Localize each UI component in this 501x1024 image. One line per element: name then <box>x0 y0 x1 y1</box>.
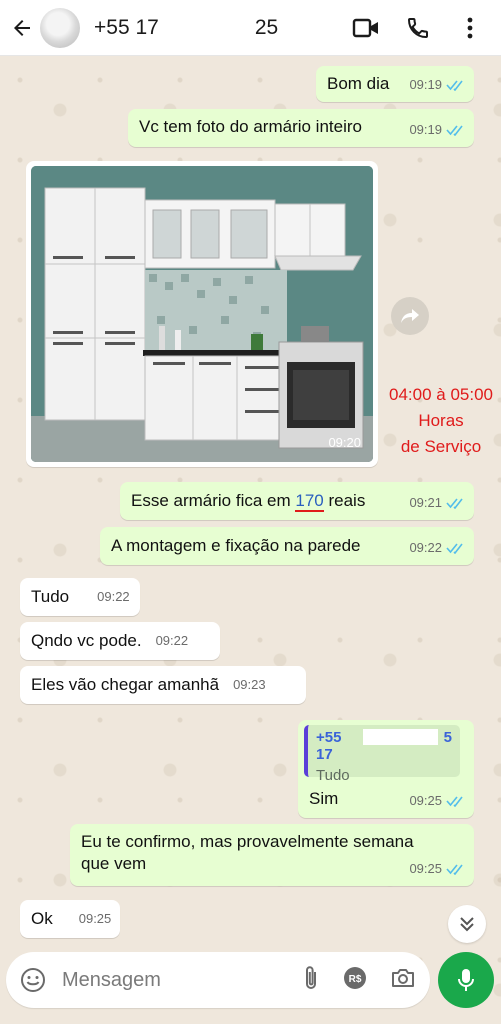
quoted-sender-prefix: +55 17 <box>316 729 342 763</box>
annotation-line-3: de Serviço <box>400 437 482 456</box>
kitchen-cabinet-photo[interactable]: 09:20 <box>31 166 373 462</box>
message-outgoing[interactable]: Esse armário fica em 170 reais 09:21 <box>120 482 474 520</box>
double-check-icon <box>446 80 463 91</box>
emoji-icon <box>21 968 45 992</box>
message-time: 09:25 <box>409 793 442 808</box>
message-text: A montagem e fixação na parede <box>111 536 361 555</box>
double-check-icon <box>446 125 463 136</box>
emoji-button[interactable] <box>18 965 48 995</box>
voice-call-button[interactable] <box>403 13 433 43</box>
message-body: Qndo vc pode. <box>31 631 142 650</box>
message-time: 09:25 <box>409 861 442 876</box>
message-input[interactable]: Mensagem <box>62 969 161 992</box>
message-time: 09:23 <box>233 677 266 692</box>
message-incoming[interactable]: Tudo 09:22 <box>20 578 140 616</box>
scroll-to-bottom-button[interactable] <box>448 905 486 943</box>
redacted-block <box>158 17 255 38</box>
more-vert-icon <box>467 17 473 38</box>
phone-icon <box>407 17 428 38</box>
payment-button[interactable]: R$ <box>342 965 368 996</box>
message-meta: 09:25 <box>409 790 466 812</box>
message-meta: 09:21 <box>409 492 466 514</box>
back-button[interactable] <box>2 0 42 56</box>
message-outgoing[interactable]: Eu te confirmo, mas provavelmente semana… <box>70 824 474 886</box>
annotation-line-2: Horas <box>418 411 464 430</box>
message-time: 09:25 <box>78 911 112 926</box>
message-outgoing[interactable]: A montagem e fixação na parede 09:22 <box>100 527 474 565</box>
double-check-icon <box>446 796 463 807</box>
message-time: 09:22 <box>155 633 189 648</box>
video-call-button[interactable] <box>351 13 381 43</box>
chat-header: +55 17 25 <box>0 0 501 56</box>
message-line-2: que vem <box>81 854 147 873</box>
video-call-icon <box>352 18 378 37</box>
message-outgoing[interactable]: Vc tem foto do armário inteiro 09:19 <box>128 109 474 147</box>
message-incoming[interactable]: Eles vão chegar amanhã 09:23 <box>20 666 306 704</box>
message-time: 09:22 <box>409 540 442 555</box>
double-check-icon <box>446 498 463 509</box>
forward-icon <box>401 309 419 323</box>
camera-button[interactable] <box>390 967 416 994</box>
message-text: Sim <box>309 789 339 808</box>
message-meta: 09:22 <box>409 537 466 559</box>
message-text: Tudo 09:22 <box>31 586 130 608</box>
image-message[interactable]: 09:20 <box>26 161 378 467</box>
message-text: Ok 09:25 <box>31 908 111 930</box>
contact-name-prefix: +55 17 <box>94 15 159 39</box>
message-text: Eu te confirmo, mas provavelmente semana… <box>81 831 414 875</box>
camera-icon <box>392 968 414 987</box>
quoted-message[interactable]: +55 17 5 Tudo <box>304 725 460 784</box>
message-text: Esse armário fica em 170 reais <box>131 490 365 512</box>
kitchen-illustration <box>31 166 373 462</box>
contact-name-suffix: 25 <box>254 15 279 39</box>
forward-button[interactable] <box>391 297 429 335</box>
double-check-icon <box>446 543 463 554</box>
attach-icon <box>306 965 316 989</box>
redacted-block <box>363 729 438 745</box>
message-line-1: Eu te confirmo, mas provavelmente semana <box>81 832 414 851</box>
contact-avatar[interactable] <box>40 7 80 48</box>
chevron-double-down-icon <box>460 917 474 932</box>
message-body: Ok <box>31 909 53 928</box>
contact-name[interactable]: +55 17 25 <box>94 16 278 40</box>
message-outgoing[interactable]: Bom dia 09:19 <box>316 66 474 102</box>
message-text: Qndo vc pode. 09:22 <box>31 630 188 652</box>
message-meta: 09:19 <box>409 74 466 96</box>
message-text: Vc tem foto do armário inteiro <box>139 117 362 136</box>
quoted-text: Tudo <box>316 767 350 784</box>
quoted-sender: +55 17 5 <box>316 729 452 763</box>
message-time: 09:21 <box>409 495 442 510</box>
more-options-button[interactable] <box>455 13 485 43</box>
message-meta: 09:19 <box>409 119 466 141</box>
message-composer: Mensagem R$ <box>6 952 430 1008</box>
svg-text:R$: R$ <box>349 974 362 985</box>
message-text: Bom dia <box>327 74 390 93</box>
message-incoming[interactable]: Ok 09:25 <box>20 900 120 938</box>
message-incoming[interactable]: Qndo vc pode. 09:22 <box>20 622 220 660</box>
price-text-before: Esse armário fica em <box>131 491 296 510</box>
back-arrow-icon <box>14 19 30 36</box>
message-time: 09:19 <box>409 122 442 137</box>
payment-icon: R$ <box>344 966 366 989</box>
voice-record-button[interactable] <box>438 952 494 1008</box>
message-body: Tudo <box>31 587 70 606</box>
quoted-sender-suffix: 5 <box>443 729 452 746</box>
message-meta: 09:25 <box>409 858 466 880</box>
message-time: 09:19 <box>409 77 442 92</box>
attach-button[interactable] <box>302 964 320 997</box>
double-check-icon <box>446 864 463 875</box>
price-text-after: reais <box>323 491 366 510</box>
message-body: Eles vão chegar amanhã <box>31 675 220 694</box>
image-time: 09:20 <box>328 435 361 450</box>
message-text: Eles vão chegar amanhã 09:23 <box>31 674 266 696</box>
message-time: 09:22 <box>97 589 130 604</box>
mic-icon <box>458 969 474 991</box>
price-value: 170 <box>295 491 324 512</box>
annotation-line-1: 04:00 à 05:00 <box>389 385 493 404</box>
handwritten-annotation: 04:00 à 05:00 Horas de Serviço <box>380 382 501 460</box>
